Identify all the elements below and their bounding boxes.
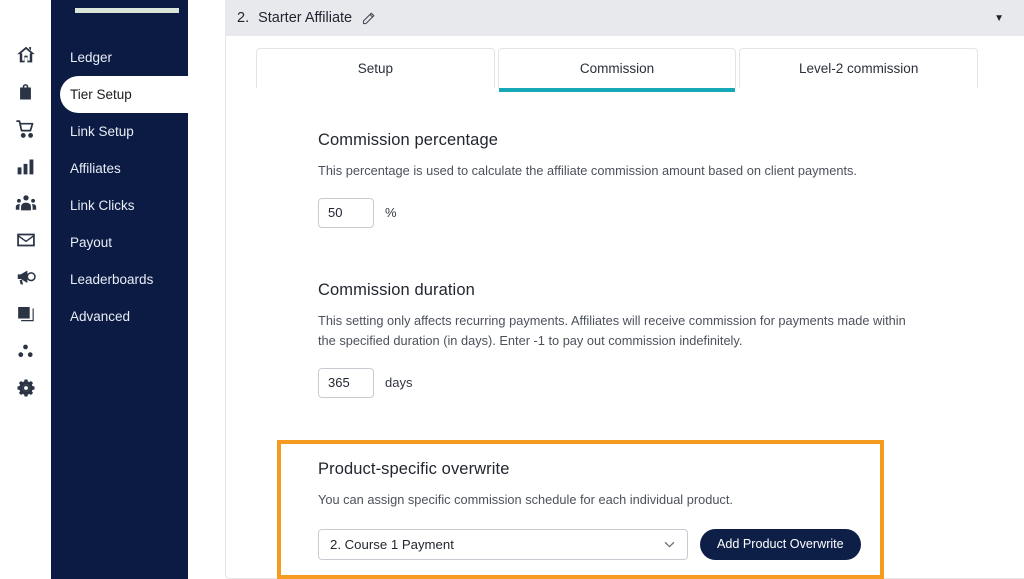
sidebar-item-ledger[interactable]: Ledger [51,39,188,76]
home-icon[interactable] [13,42,39,68]
commission-duration-input[interactable] [318,367,374,398]
commission-duration-field-row: days [318,367,918,398]
main-content: 2. Starter Affiliate ▼ Setup Commission … [188,0,1024,579]
sidebar: Ledger Tier Setup Link Setup Affiliates … [51,0,188,579]
commission-percentage-field-row: % [318,197,938,228]
sidebar-item-payout[interactable]: Payout [51,224,188,261]
shopping-bag-icon[interactable] [13,79,39,105]
sidebar-item-label: Advanced [70,309,131,324]
network-dots-icon[interactable] [13,338,39,364]
sidebar-item-label: Ledger [70,50,113,65]
sidebar-item-link-clicks[interactable]: Link Clicks [51,187,188,224]
tier-header-bar[interactable]: 2. Starter Affiliate ▼ [225,0,1024,36]
sidebar-item-leaderboards[interactable]: Leaderboards [51,261,188,298]
sidebar-item-tier-setup[interactable]: Tier Setup [60,76,188,113]
product-select-value: 2. Course 1 Payment [330,536,454,552]
days-unit-label: days [385,375,413,391]
tab-setup[interactable]: Setup [256,48,495,88]
shopping-cart-icon[interactable] [13,116,39,142]
commission-duration-section: Commission duration This setting only af… [318,281,918,398]
sidebar-item-affiliates[interactable]: Affiliates [51,150,188,187]
add-product-overwrite-button[interactable]: Add Product Overwrite [700,528,861,560]
sidebar-item-label: Payout [70,235,113,250]
sidebar-item-advanced[interactable]: Advanced [51,298,188,335]
commission-percentage-section: Commission percentage This percentage is… [318,131,938,228]
section-title: Commission duration [318,281,475,299]
section-description: This percentage is used to calculate the… [318,163,857,178]
section-title: Product-specific overwrite [318,460,510,478]
people-group-icon[interactable] [13,190,39,216]
tier-header-left: 2. Starter Affiliate [237,10,994,26]
sidebar-item-label: Affiliates [70,161,121,176]
sidebar-item-label: Tier Setup [70,87,132,102]
sidebar-logo-bar [75,8,179,13]
commission-percentage-input[interactable] [318,197,374,228]
book-icon[interactable] [13,301,39,327]
commission-content-card: Setup Commission Level-2 commission Comm… [225,36,1024,579]
product-select[interactable]: 2. Course 1 Payment [318,528,688,560]
app-root: Ledger Tier Setup Link Setup Affiliates … [0,0,1024,579]
page-title: Starter Affiliate [258,10,353,26]
gear-icon[interactable] [13,375,39,401]
sidebar-item-label: Link Setup [70,124,134,139]
sidebar-nav-list: Ledger Tier Setup Link Setup Affiliates … [51,39,188,335]
tab-commission[interactable]: Commission [497,48,737,92]
envelope-icon[interactable] [13,227,39,253]
tab-label: Level-2 commission [799,61,919,76]
chevron-down-icon[interactable]: ▼ [994,13,1004,24]
icon-rail [0,0,51,579]
sidebar-item-link-setup[interactable]: Link Setup [51,113,188,150]
section-title: Commission percentage [318,131,499,149]
section-description: You can assign specific commission sched… [318,492,733,507]
sidebar-item-label: Link Clicks [70,198,135,213]
product-overwrite-highlight: Product-specific overwrite You can assig… [277,440,884,579]
section-description: This setting only affects recurring paym… [318,313,906,348]
tab-label: Setup [357,61,393,76]
tab-label: Commission [579,61,655,76]
chevron-down-icon [662,537,677,552]
sidebar-item-label: Leaderboards [70,272,154,287]
pencil-icon[interactable] [361,11,376,26]
product-overwrite-row: 2. Course 1 Payment Add Product Overwrit… [318,528,880,560]
tab-level-2-commission[interactable]: Level-2 commission [739,48,979,88]
product-overwrite-section: Product-specific overwrite You can assig… [281,444,880,560]
tier-index: 2. [237,10,250,26]
tab-bar: Setup Commission Level-2 commission [256,48,979,92]
percent-unit-label: % [385,205,397,221]
megaphone-icon[interactable] [13,264,39,290]
bar-chart-icon[interactable] [13,153,39,179]
